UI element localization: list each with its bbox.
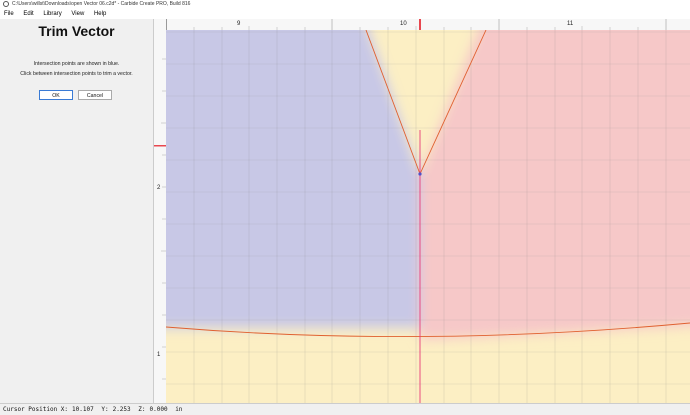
blue-region	[166, 30, 420, 328]
design-canvas[interactable]	[166, 30, 690, 403]
ruler-label-11: 11	[567, 21, 574, 27]
app-icon	[3, 0, 9, 7]
cursor-z-value: 0.000	[149, 406, 168, 413]
menu-help[interactable]: Help	[90, 9, 110, 19]
menu-edit[interactable]: Edit	[19, 9, 37, 19]
cursor-y-value: 2.253	[112, 406, 131, 413]
status-bar: Cursor Position X: 10.107 Y: 2.253 Z: 0.000…	[0, 403, 690, 414]
menu-library[interactable]: Library	[39, 9, 65, 19]
instruction-line-2: Click between intersection points to tri…	[20, 71, 133, 77]
cursor-marker-y	[154, 145, 166, 147]
menu-bar: File Edit Library View Help	[0, 9, 690, 19]
window-title: C:\Users\willst\Downloads\open Vector 06…	[12, 1, 191, 7]
menu-view[interactable]: View	[67, 9, 88, 19]
cursor-x-label: Cursor Position X:	[3, 406, 69, 413]
cancel-button[interactable]: Cancel	[78, 90, 112, 100]
ok-button[interactable]: OK	[39, 90, 73, 100]
ruler-label-1: 1	[157, 352, 161, 358]
trim-vector-panel: Trim Vector Intersection points are show…	[0, 19, 154, 403]
cursor-z-label: Z:	[138, 406, 146, 413]
title-bar: C:\Users\willst\Downloads\open Vector 06…	[0, 0, 690, 9]
menu-file[interactable]: File	[0, 9, 18, 19]
cursor-y-label: Y:	[101, 406, 109, 413]
ruler-label-2: 2	[157, 185, 161, 191]
cursor-x-value: 10.107	[72, 406, 94, 413]
ruler-label-9: 9	[237, 21, 241, 27]
intersection-point[interactable]	[418, 172, 422, 176]
panel-title: Trim Vector	[38, 23, 115, 39]
cursor-marker-x	[419, 19, 421, 30]
ruler-label-10: 10	[400, 21, 407, 27]
unit-label: in	[175, 406, 183, 413]
instruction-line-1: Intersection points are shown in blue.	[33, 61, 120, 67]
